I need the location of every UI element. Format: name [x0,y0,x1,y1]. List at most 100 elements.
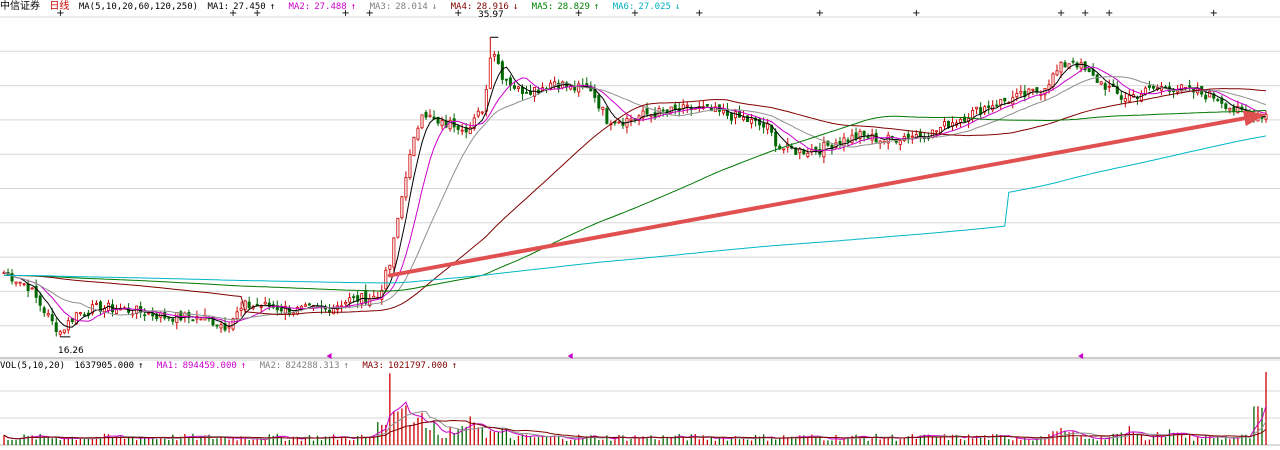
candle-body [1224,103,1228,109]
candle-body [1079,62,1083,69]
candle-body [167,316,171,319]
candle-body [279,308,283,312]
candle-body [1087,68,1091,73]
candle-body [10,273,14,282]
candle-body [750,118,754,124]
candle-body [1119,95,1123,100]
candle-body [388,264,392,270]
stock-chart[interactable]: + + + + + + + + + + + + + + + 35.97 16.26 [0,0,1280,450]
candle-body [910,135,914,138]
candle-body [151,313,155,317]
candle-body [1228,107,1232,111]
trend-arrow-shaft [387,116,1247,278]
candle-body [705,104,709,107]
candle-body [372,295,376,299]
candle-body [364,290,368,304]
candle-body [408,154,412,178]
candle-body [78,312,82,315]
candle-body [1151,85,1155,89]
candle-body [605,108,609,124]
candle-body [94,302,98,305]
candle-body [175,312,179,324]
candle-body [601,106,605,111]
candle-body [384,269,388,290]
candle-body [971,109,975,119]
candle-body [665,109,669,113]
candle-body [488,57,492,89]
event-marker: + [366,8,374,19]
candle-body [854,132,858,140]
candle-body [645,108,649,115]
candle-body [512,85,516,89]
candle-body [838,141,842,145]
candle-body [404,177,408,198]
candle-body [959,118,963,123]
candle-body [66,320,70,331]
event-marker: + [56,8,64,19]
candle-body [231,318,235,330]
candle-body [766,123,770,130]
candle-body [862,130,866,136]
event-marker: + [1081,8,1089,19]
candle-body [975,106,979,110]
candle-body [524,91,528,94]
candle-body [661,109,665,112]
candle-body [82,314,86,317]
candle-body [685,104,689,107]
candle-body [673,104,677,110]
candle-body [62,329,66,334]
candle-body [629,118,633,121]
candle-body [906,133,910,139]
ma-lines [3,63,1267,328]
candle-body [1147,85,1151,88]
candle-body [420,114,424,129]
candle-body [746,115,750,122]
candle-body [456,125,460,130]
candle-body [460,129,464,132]
candle-body [1071,60,1075,63]
candle-body [850,134,854,144]
candle-body [866,136,870,139]
candle-body [1216,99,1220,101]
candle-body [597,94,601,109]
candle-body [729,113,733,121]
candle-body [396,217,400,238]
candle-body [352,296,356,299]
event-marker: + [454,8,462,19]
ma6-line [4,135,1267,284]
candle-body [942,121,946,127]
low-label: 16.26 [58,346,84,356]
event-marker: + [253,8,261,19]
markers: + + + + + + + + + + + + + + + [56,8,1218,359]
high-label: 35.97 [478,10,504,20]
candle-body [806,152,810,157]
candle-body [577,83,581,93]
candle-body [14,281,18,284]
candle-body [392,237,396,268]
candle-body [348,297,352,303]
event-marker: + [816,8,824,19]
candle-body [344,302,348,305]
candle-body [496,54,500,64]
candle-body [987,105,991,108]
event-marker: + [229,8,237,19]
candle-body [259,306,263,308]
event-marker: + [631,8,639,19]
trend-arrow [387,110,1266,278]
candle-body [846,139,850,142]
event-marker: + [1210,8,1218,19]
candle-body [58,331,62,335]
candle-body [721,109,725,114]
candle-body [440,120,444,126]
candle-body [42,307,46,314]
candle-body [1095,74,1099,83]
candle-body [573,86,577,91]
candle-body [733,111,737,119]
candle-body [842,137,846,147]
candle-body [1123,98,1127,102]
event-marker: + [341,8,349,19]
candle-body [782,148,786,151]
candle-body [303,304,307,307]
candle-body [1055,70,1059,76]
candle-body [263,301,267,305]
